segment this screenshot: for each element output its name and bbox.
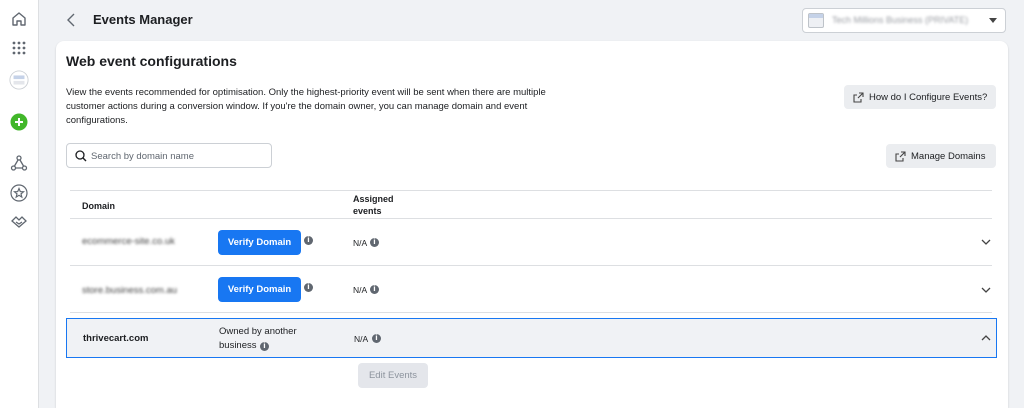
back-arrow-icon[interactable]: [64, 10, 80, 30]
chevron-up-icon[interactable]: [981, 334, 991, 342]
left-nav-rail: [0, 0, 39, 408]
verify-domain-button[interactable]: Verify Domain: [218, 230, 301, 255]
chevron-down-icon[interactable]: [981, 238, 991, 246]
account-selector[interactable]: Tech Millions Business (PRIVATE): [802, 8, 1006, 33]
star-icon[interactable]: [9, 183, 29, 203]
network-icon[interactable]: [9, 153, 29, 173]
card-description: View the events recommended for optimisa…: [66, 87, 546, 126]
info-icon[interactable]: i: [372, 334, 381, 343]
domain-name: ecommerce-site.co.uk: [82, 236, 175, 247]
card-title: Web event configurations: [66, 53, 237, 69]
account-name: Tech Millions Business (PRIVATE): [832, 15, 969, 25]
chevron-down-icon[interactable]: [981, 286, 991, 294]
home-icon[interactable]: [9, 9, 29, 29]
manage-domains-label: Manage Domains: [911, 150, 986, 162]
info-icon[interactable]: i: [370, 238, 379, 247]
assigned-events-value: N/A: [353, 285, 368, 295]
top-bar: Events Manager Tech Millions Business (P…: [40, 0, 1024, 40]
search-input[interactable]: [91, 147, 267, 165]
web-event-config-card: Web event configurations View the events…: [56, 41, 1008, 408]
verify-domain-button[interactable]: Verify Domain: [218, 277, 301, 302]
info-icon[interactable]: i: [304, 236, 313, 245]
assigned-events-value: N/A: [353, 238, 368, 248]
info-icon[interactable]: i: [260, 342, 269, 351]
partner-icon[interactable]: [9, 212, 29, 232]
table-row[interactable]: ecommerce-site.co.uk Verify Domain i N/A…: [70, 219, 992, 266]
column-header-domain: Domain: [82, 201, 116, 211]
external-link-icon: [853, 91, 864, 103]
external-link-icon: [895, 150, 906, 162]
table-row-expanded[interactable]: thrivecart.com Owned by another business…: [66, 318, 997, 358]
info-icon[interactable]: i: [370, 285, 379, 294]
how-to-configure-button[interactable]: How do I Configure Events?: [844, 85, 996, 109]
column-header-assigned-events: Assigned events: [353, 194, 394, 216]
account-thumbnail: [808, 13, 824, 28]
account-avatar-icon[interactable]: [9, 70, 29, 90]
manage-domains-button[interactable]: Manage Domains: [886, 144, 996, 168]
assigned-events-value: N/A: [354, 334, 369, 344]
apps-grid-icon[interactable]: [9, 38, 29, 58]
search-icon: [75, 150, 87, 162]
table-header: Domain Assigned events: [70, 190, 992, 219]
domain-name: thrivecart.com: [83, 333, 149, 344]
how-to-configure-label: How do I Configure Events?: [869, 91, 988, 103]
info-icon[interactable]: i: [304, 283, 313, 292]
table-row[interactable]: store.business.com.au Verify Domain i N/…: [70, 266, 992, 313]
edit-events-button[interactable]: Edit Events: [358, 363, 428, 388]
domain-name: store.business.com.au: [82, 285, 178, 296]
add-icon[interactable]: [9, 112, 29, 132]
page-title: Events Manager: [93, 12, 193, 27]
caret-down-icon: [989, 18, 997, 23]
domain-search-field[interactable]: [66, 143, 272, 168]
